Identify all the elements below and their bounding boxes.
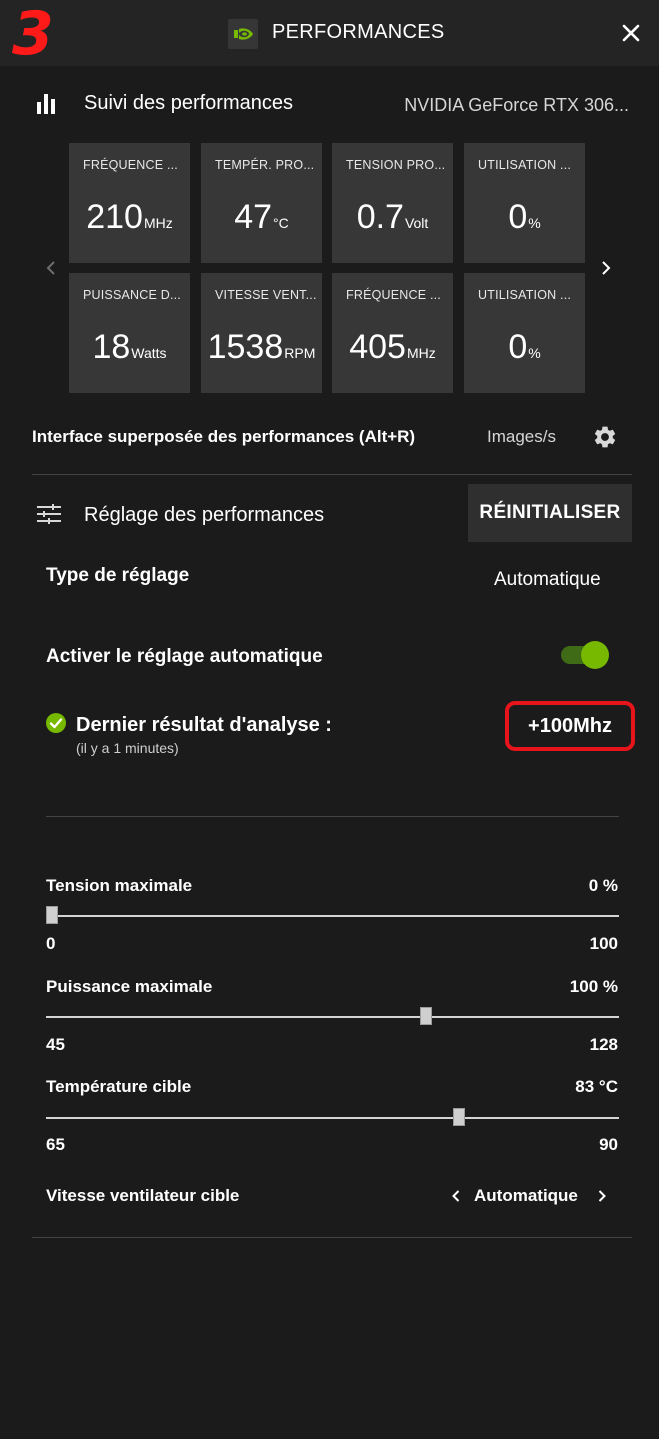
section-divider — [32, 474, 632, 475]
tile-value: 18Watts — [92, 328, 167, 366]
close-icon — [622, 24, 640, 42]
metric-tile-memory-usage: UTILISATION ... 0% — [464, 273, 585, 393]
slider-track — [46, 1117, 619, 1119]
max-voltage-slider[interactable] — [46, 906, 619, 926]
max-power-value: 100 % — [569, 977, 618, 996]
chevron-left-icon — [46, 261, 55, 275]
toggle-thumb — [581, 641, 609, 669]
max-power-min: 45 — [46, 1035, 65, 1054]
tile-label: VITESSE VENT... — [215, 288, 317, 302]
step-number-annotation: 3 — [12, 0, 54, 69]
tile-value: 1538RPM — [207, 328, 316, 366]
monitoring-title: Suivi des performances — [84, 92, 293, 114]
target-temp-value: 83 °C — [575, 1077, 618, 1096]
overlay-value: Images/s — [487, 427, 556, 446]
metric-tile-gpu-usage: UTILISATION ... 0% — [464, 143, 585, 263]
target-temp-label: Température cible — [46, 1077, 192, 1096]
bar-chart-icon — [37, 94, 55, 114]
max-voltage-value: 0 % — [588, 876, 618, 895]
slider-track — [46, 915, 619, 917]
slider-thumb[interactable] — [452, 1108, 465, 1126]
tile-value: 405MHz — [349, 328, 436, 366]
nvidia-logo-icon — [228, 19, 258, 49]
header-bar: 3 PERFORMANCES — [0, 0, 659, 66]
max-power-max: 128 — [589, 1035, 618, 1054]
gpu-name: NVIDIA GeForce RTX 306... — [404, 95, 629, 115]
metric-tile-gpu-temp: TEMPÉR. PRO... 47°C — [201, 143, 322, 263]
section-divider — [46, 816, 619, 817]
chevron-left-icon — [452, 1190, 460, 1202]
tile-label: UTILISATION ... — [478, 158, 572, 172]
metric-tile-power: PUISSANCE D... 18Watts — [69, 273, 190, 393]
slider-thumb[interactable] — [46, 906, 58, 924]
fan-speed-label: Vitesse ventilateur cible — [46, 1186, 240, 1205]
tuning-title: Réglage des performances — [84, 504, 325, 526]
close-button[interactable] — [616, 18, 646, 48]
tile-value: 210MHz — [86, 198, 173, 236]
tile-value: 47°C — [234, 198, 289, 236]
chevron-right-icon — [598, 1190, 606, 1202]
auto-tuning-label: Activer le réglage automatique — [46, 646, 323, 667]
fan-speed-prev-button[interactable] — [448, 1185, 464, 1207]
max-power-label: Puissance maximale — [46, 977, 213, 996]
tile-label: UTILISATION ... — [478, 288, 572, 302]
chevron-right-icon — [602, 261, 611, 275]
target-temp-max: 90 — [599, 1135, 618, 1154]
tuning-type-value[interactable]: Automatique — [494, 569, 601, 591]
sliders-icon — [37, 504, 61, 524]
scan-result-label: Dernier résultat d'analyse : — [76, 714, 332, 736]
tiles-next-button[interactable] — [598, 258, 614, 278]
scan-result-time: (il y a 1 minutes) — [76, 740, 179, 756]
overlay-settings-button[interactable] — [592, 424, 618, 450]
tiles-prev-button[interactable] — [43, 258, 59, 278]
tile-label: TENSION PRO... — [346, 158, 446, 172]
reset-button[interactable]: RÉINITIALISER — [468, 484, 632, 542]
metric-tile-gpu-voltage: TENSION PRO... 0.7Volt — [332, 143, 453, 263]
header-title: PERFORMANCES — [272, 21, 445, 43]
section-divider — [32, 1237, 632, 1238]
max-power-slider[interactable] — [46, 1007, 619, 1027]
max-voltage-label: Tension maximale — [46, 876, 193, 895]
tile-value: 0% — [508, 328, 541, 366]
tile-label: FRÉQUENCE ... — [346, 288, 441, 302]
tile-label: PUISSANCE D... — [83, 288, 181, 302]
tile-label: FRÉQUENCE ... — [83, 158, 178, 172]
tile-label: TEMPÉR. PRO... — [215, 158, 315, 172]
slider-track — [46, 1016, 619, 1018]
tuning-type-label: Type de réglage — [46, 565, 190, 586]
tile-value: 0% — [508, 198, 541, 236]
target-temp-min: 65 — [46, 1135, 65, 1154]
slider-thumb[interactable] — [419, 1007, 432, 1025]
metric-tile-gpu-clock: FRÉQUENCE ... 210MHz — [69, 143, 190, 263]
scan-result-value: +100Mhz — [505, 701, 635, 751]
tile-value: 0.7Volt — [356, 198, 429, 236]
max-voltage-max: 100 — [589, 934, 618, 953]
metric-tile-memory-clock: FRÉQUENCE ... 405MHz — [332, 273, 453, 393]
overlay-label: Interface superposée des performances (A… — [32, 427, 416, 446]
gear-icon — [594, 426, 616, 448]
check-circle-icon — [46, 713, 66, 733]
target-temp-slider[interactable] — [46, 1108, 619, 1128]
max-voltage-min: 0 — [46, 934, 56, 953]
auto-tuning-toggle[interactable] — [559, 641, 609, 669]
fan-speed-next-button[interactable] — [594, 1185, 610, 1207]
fan-speed-value: Automatique — [474, 1186, 578, 1205]
metric-tile-fan-speed: VITESSE VENT... 1538RPM — [201, 273, 322, 393]
